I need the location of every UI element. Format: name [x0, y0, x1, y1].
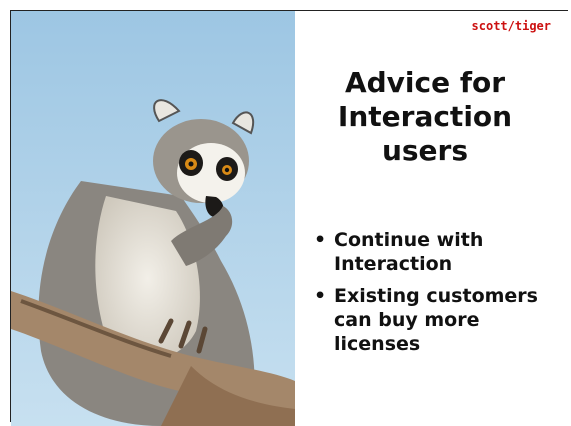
- bullet-text: Existing customers can buy more licenses: [334, 285, 538, 355]
- lemur-image-icon: [11, 11, 295, 426]
- lemur-photo: [11, 11, 295, 426]
- slide-title: Advice for Interaction users: [337, 66, 513, 167]
- bullet-item: • Continue with Interaction: [314, 228, 566, 276]
- bullet-text: Continue with Interaction: [334, 229, 484, 275]
- bullet-list: • Continue with Interaction • Existing c…: [314, 228, 566, 364]
- bullet-item: • Existing customers can buy more licens…: [314, 284, 566, 356]
- brand-label: scott/tiger: [471, 19, 551, 33]
- bullet-dot-icon: •: [314, 285, 327, 307]
- bullet-dot-icon: •: [314, 229, 327, 251]
